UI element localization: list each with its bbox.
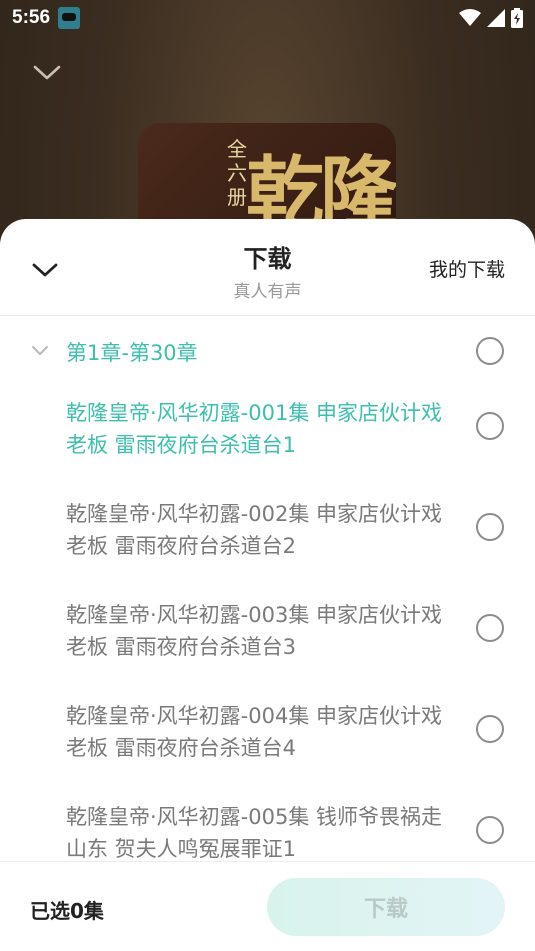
episode-title: 乾隆皇帝·风华初露-004集 申家店伙计戏老板 雷雨夜府台杀道台4 (66, 704, 443, 760)
episode-title: 乾隆皇帝·风华初露-001集 申家店伙计戏老板 雷雨夜府台杀道台1 (66, 401, 443, 457)
episode-select-radio[interactable] (476, 816, 504, 844)
episode-list[interactable]: 第1章-第30章 乾隆皇帝·风华初露-001集 申家店伙计戏老板 雷雨夜府台杀道… (0, 317, 535, 862)
episode-title: 乾隆皇帝·风华初露-002集 申家店伙计戏老板 雷雨夜府台杀道台2 (66, 502, 443, 558)
episode-title: 乾隆皇帝·风华初露-005集 钱师爷畏祸走山东 贺夫人鸣冤展罪证1 (66, 805, 443, 861)
app-notification-icon (58, 7, 81, 29)
download-sheet: 下载 真人有声 我的下载 第1章-第30章 乾隆皇帝·风华初露-001集 申家店… (0, 219, 535, 951)
my-downloads-link[interactable]: 我的下载 (429, 255, 505, 282)
episode-title: 乾隆皇帝·风华初露-003集 申家店伙计戏老板 雷雨夜府台杀道台3 (66, 603, 443, 659)
episode-row[interactable]: 乾隆皇帝·风华初露-003集 申家店伙计戏老板 雷雨夜府台杀道台3 (0, 591, 535, 692)
status-time: 5:56 (12, 7, 51, 28)
wifi-icon (459, 9, 481, 26)
episode-select-radio[interactable] (476, 715, 504, 743)
battery-icon (511, 8, 523, 28)
episode-row[interactable]: 乾隆皇帝·风华初露-004集 申家店伙计戏老板 雷雨夜府台杀道台4 (0, 692, 535, 793)
player-collapse-button[interactable] (30, 58, 64, 88)
episode-row[interactable]: 乾隆皇帝·风华初露-001集 申家店伙计戏老板 雷雨夜府台杀道台1 (0, 389, 535, 490)
download-button[interactable]: 下载 (267, 878, 505, 936)
chevron-down-icon (33, 65, 61, 80)
sheet-header: 下载 真人有声 我的下载 (0, 219, 535, 316)
chapter-range-label: 第1章-第30章 (66, 341, 198, 365)
episode-row[interactable]: 乾隆皇帝·风华初露-002集 申家店伙计戏老板 雷雨夜府台杀道台2 (0, 490, 535, 591)
episode-select-radio[interactable] (476, 412, 504, 440)
chevron-down-icon[interactable] (30, 341, 50, 361)
chapter-group-header[interactable]: 第1章-第30章 (0, 317, 535, 389)
episode-row[interactable]: 乾隆皇帝·风华初露-005集 钱师爷畏祸走山东 贺夫人鸣冤展罪证1 (0, 793, 535, 862)
episode-select-radio[interactable] (476, 614, 504, 642)
status-icons (459, 8, 523, 28)
cell-signal-icon (487, 9, 505, 27)
selected-count: 已选0集 (30, 899, 104, 923)
download-footer: 已选0集 下载 (0, 861, 535, 951)
chapter-select-radio[interactable] (476, 337, 504, 365)
episode-select-radio[interactable] (476, 513, 504, 541)
status-bar: 5:56 (0, 0, 535, 36)
